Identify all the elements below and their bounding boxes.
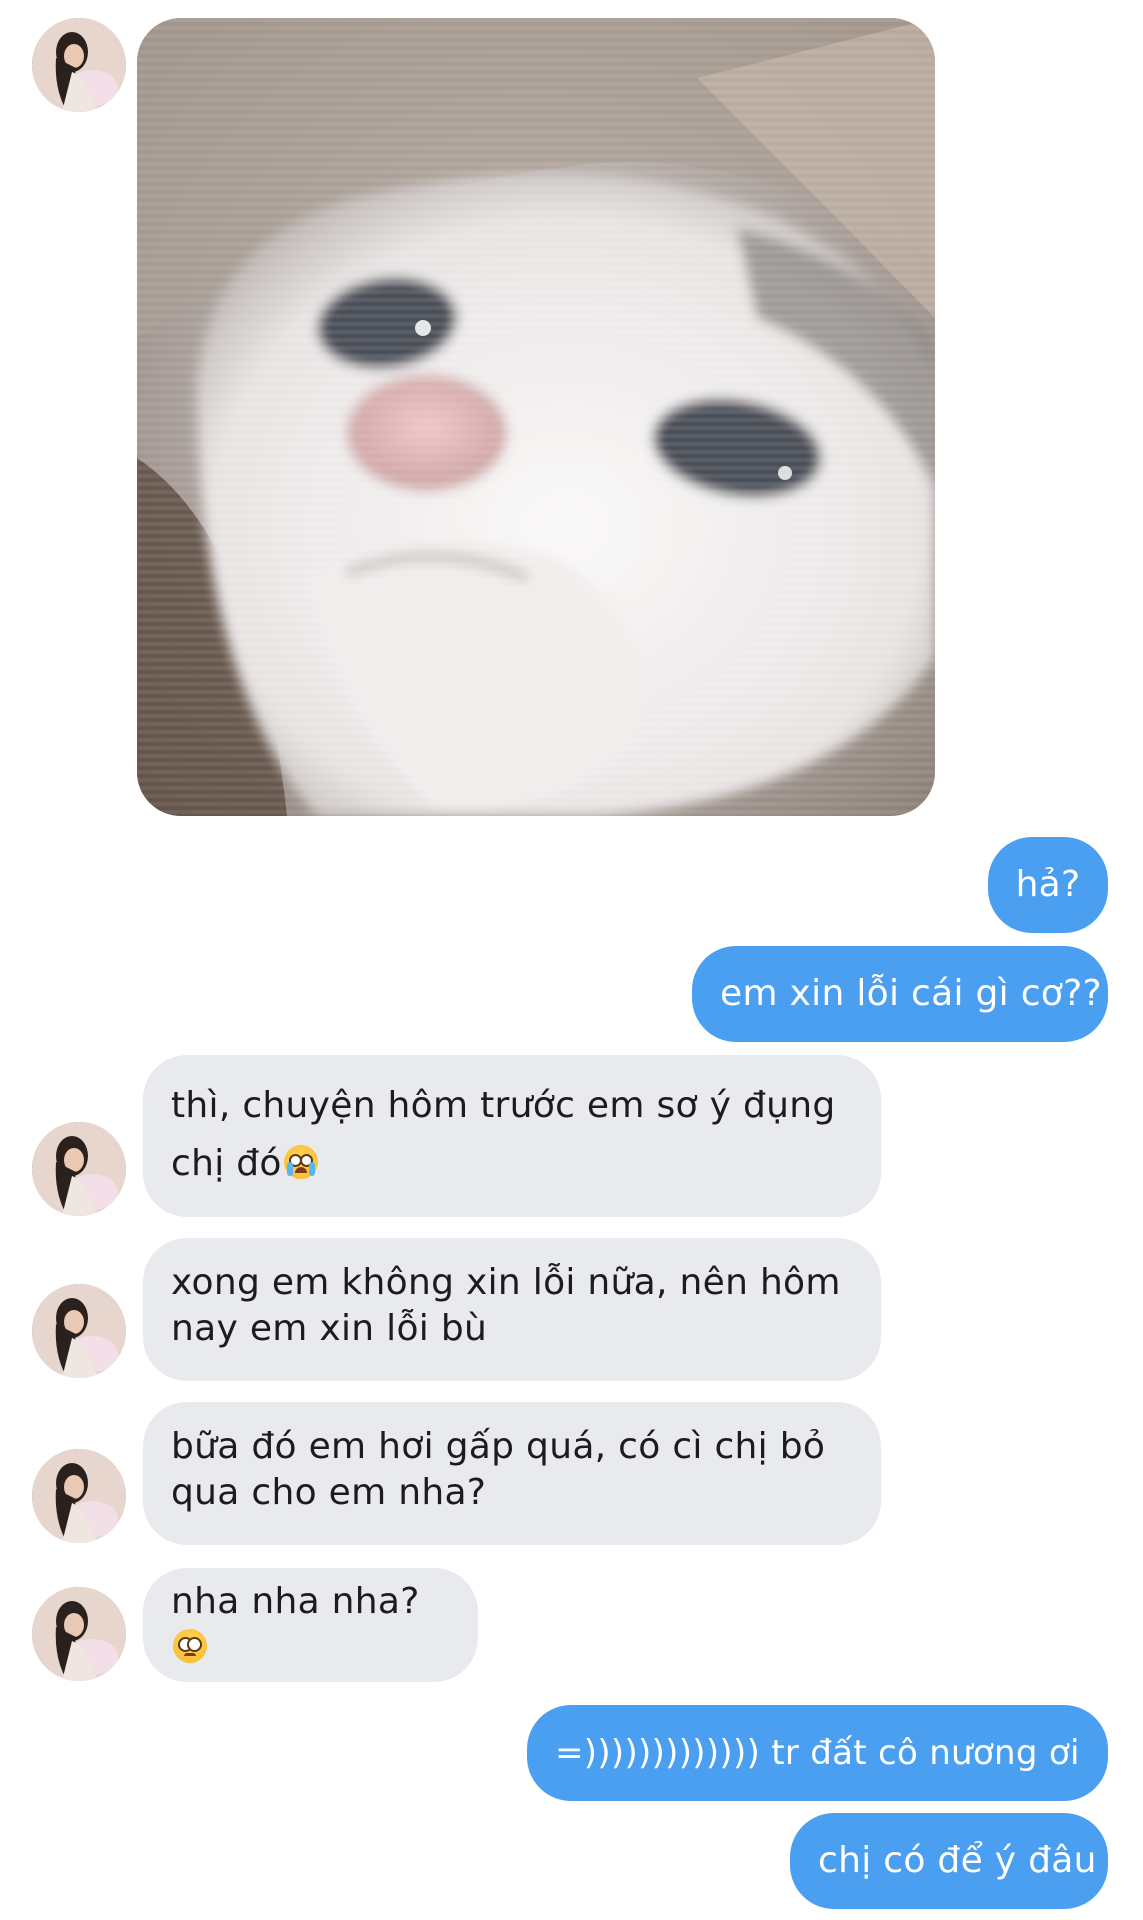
message-line: xong em không xin lỗi nữa, nên hôm bbox=[171, 1262, 841, 1303]
profile-photo-avatar-icon bbox=[32, 18, 126, 112]
contact-avatar[interactable] bbox=[32, 1449, 126, 1543]
outgoing-message-bubble[interactable]: =))))))))))))) tr đất cô nương ơi bbox=[527, 1705, 1108, 1801]
loudly-crying-face-emoji-icon bbox=[283, 1145, 318, 1179]
message-line: chị đó bbox=[171, 1135, 853, 1193]
incoming-message-bubble[interactable]: xong em không xin lỗi nữa, nên hôm nay e… bbox=[143, 1238, 881, 1381]
message-line: bữa đó em hơi gấp quá, có cì chị bỏ bbox=[171, 1426, 826, 1467]
message-text: em xin lỗi cái gì cơ?? bbox=[720, 973, 1102, 1014]
contact-avatar[interactable] bbox=[32, 18, 126, 112]
profile-photo-avatar-icon bbox=[32, 1284, 126, 1378]
contact-avatar[interactable] bbox=[32, 1122, 126, 1216]
crying-cat-photo-icon bbox=[137, 18, 935, 816]
message-text: =))))))))))))) tr đất cô nương ơi bbox=[555, 1733, 1080, 1773]
profile-photo-avatar-icon bbox=[32, 1449, 126, 1543]
incoming-message-bubble[interactable]: bữa đó em hơi gấp quá, có cì chị bỏ qua … bbox=[143, 1402, 881, 1545]
message-line: qua cho em nha? bbox=[171, 1472, 487, 1513]
profile-photo-avatar-icon bbox=[32, 1587, 126, 1681]
message-line: nha nha nha? bbox=[171, 1579, 450, 1671]
incoming-message-bubble[interactable]: nha nha nha? bbox=[143, 1568, 478, 1682]
message-text: chị có để ý đâu bbox=[818, 1840, 1097, 1881]
contact-avatar[interactable] bbox=[32, 1284, 126, 1378]
profile-photo-avatar-icon bbox=[32, 1122, 126, 1216]
message-line: nay em xin lỗi bù bbox=[171, 1308, 488, 1349]
incoming-message-bubble[interactable]: thì, chuyện hôm trước em sơ ý đụng chị đ… bbox=[143, 1055, 881, 1217]
message-text: hả? bbox=[1015, 864, 1081, 905]
pleading-face-emoji-icon bbox=[173, 1629, 207, 1663]
contact-avatar[interactable] bbox=[32, 1587, 126, 1681]
outgoing-message-bubble[interactable]: chị có để ý đâu bbox=[790, 1813, 1108, 1909]
message-line: thì, chuyện hôm trước em sơ ý đụng bbox=[171, 1085, 836, 1126]
outgoing-message-bubble[interactable]: hả? bbox=[988, 837, 1108, 933]
cat-photo-attachment[interactable] bbox=[137, 18, 935, 816]
outgoing-message-bubble[interactable]: em xin lỗi cái gì cơ?? bbox=[692, 946, 1108, 1042]
